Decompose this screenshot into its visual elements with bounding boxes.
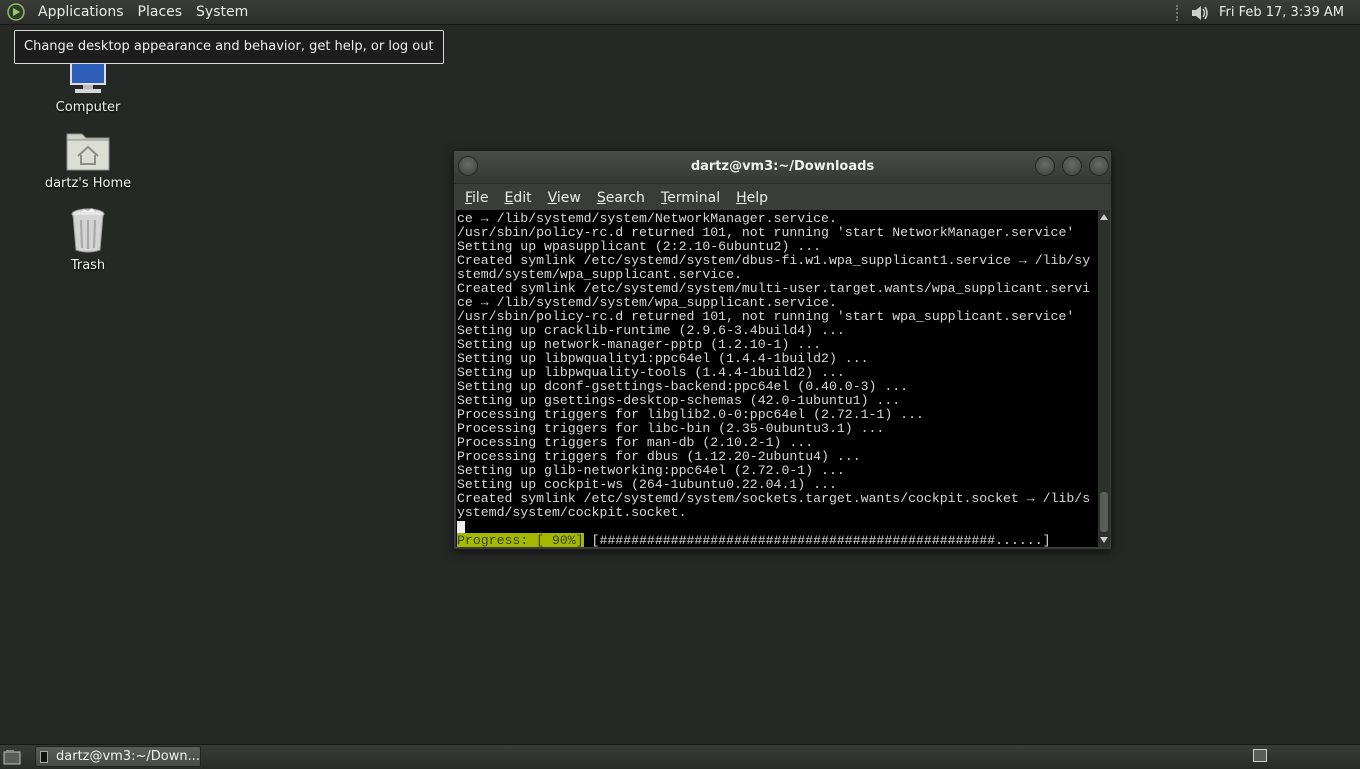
taskbar-terminal-label: dartz@vm3:~/Down...: [56, 749, 200, 764]
terminal-line: /usr/sbin/policy-rc.d returned 101, not …: [457, 225, 1075, 240]
menu-help[interactable]: Help: [728, 190, 776, 206]
system-menu[interactable]: System: [189, 0, 255, 25]
taskbar-terminal-button[interactable]: dartz@vm3:~/Down...: [35, 746, 201, 767]
applications-menu[interactable]: Applications: [31, 0, 131, 25]
main-menu-logo-icon[interactable]: [7, 3, 25, 21]
home-label: dartz's Home: [44, 176, 132, 191]
terminal-line: Setting up libpwquality1:ppc64el (1.4.4-…: [457, 351, 869, 366]
menu-terminal[interactable]: Terminal: [653, 190, 728, 206]
terminal-line: Setting up dconf-gsettings-backend:ppc64…: [457, 379, 909, 394]
terminal-line: Created symlink /etc/systemd/system/dbus…: [457, 253, 1091, 268]
trash-label: Trash: [70, 258, 106, 273]
scroll-down-arrow-icon[interactable]: [1100, 537, 1108, 543]
desktop-icon-trash[interactable]: Trash: [28, 206, 148, 273]
terminal-scrollbar[interactable]: [1098, 210, 1110, 547]
progress-label: Progress: [ 90%]: [457, 533, 584, 547]
minimize-button[interactable]: [1035, 156, 1055, 176]
menu-edit[interactable]: Edit: [496, 190, 539, 206]
system-menu-tooltip: Change desktop appearance and behavior, …: [14, 30, 444, 64]
menu-search[interactable]: Search: [589, 190, 653, 206]
terminal-window[interactable]: dartz@vm3:~/Downloads File Edit View Sea…: [453, 150, 1112, 550]
volume-icon[interactable]: [1189, 3, 1211, 23]
terminal-menubar: File Edit View Search Terminal Help: [454, 184, 1111, 211]
bottom-panel: dartz@vm3:~/Down...: [0, 744, 1360, 769]
terminal-line: /usr/sbin/policy-rc.d returned 101, not …: [457, 309, 1075, 324]
top-panel: Applications Places System Fri Feb 17, 3…: [0, 0, 1360, 25]
terminal-line: ce → /lib/systemd/system/wpa_supplicant.…: [457, 295, 837, 310]
terminal-line: stemd/system/wpa_supplicant.service.: [457, 267, 742, 282]
close-button[interactable]: [1089, 156, 1109, 176]
terminal-line: Processing triggers for libc-bin (2.35-0…: [457, 421, 885, 436]
trash-icon: [71, 208, 105, 253]
home-folder-icon: [66, 133, 110, 171]
terminal-output[interactable]: ce → /lib/systemd/system/NetworkManager.…: [456, 210, 1098, 547]
terminal-line: Processing triggers for man-db (2.10.2-1…: [457, 435, 814, 450]
terminal-line: Setting up glib-networking:ppc64el (2.72…: [457, 463, 845, 478]
terminal-line: Setting up gsettings-desktop-schemas (42…: [457, 393, 901, 408]
terminal-line: Setting up libpwquality-tools (1.4.4-1bu…: [457, 365, 845, 380]
window-titlebar[interactable]: dartz@vm3:~/Downloads: [454, 151, 1111, 184]
desktop-icon-home[interactable]: dartz's Home: [28, 128, 148, 191]
terminal-line: Setting up cracklib-runtime (2.9.6-3.4bu…: [457, 323, 845, 338]
clock[interactable]: Fri Feb 17, 3:39 AM: [1219, 5, 1344, 20]
window-title: dartz@vm3:~/Downloads: [690, 159, 875, 174]
computer-label: Computer: [55, 100, 121, 115]
panel-separator: [1175, 4, 1181, 21]
progress-line: Progress: [ 90%] [######################…: [457, 533, 1090, 548]
scroll-up-arrow-icon[interactable]: [1100, 214, 1108, 220]
terminal-line: Setting up network-manager-pptp (1.2.10-…: [457, 337, 822, 352]
terminal-line: Created symlink /etc/systemd/system/mult…: [457, 281, 1091, 296]
terminal-line: ystemd/system/cockpit.socket.: [457, 505, 687, 520]
show-desktop-icon[interactable]: [3, 749, 21, 765]
terminal-line: Created symlink /etc/systemd/system/sock…: [457, 491, 1091, 506]
terminal-cursor-line: [457, 520, 1090, 534]
workspace-switcher[interactable]: [1253, 749, 1267, 762]
menu-file[interactable]: File: [457, 190, 496, 206]
panel-tray: Fri Feb 17, 3:39 AM: [1175, 0, 1344, 25]
terminal-line: Processing triggers for libglib2.0-0:ppc…: [457, 407, 924, 422]
terminal-line: Setting up wpasupplicant (2:2.10-6ubuntu…: [457, 239, 822, 254]
terminal-lines: ce → /lib/systemd/system/NetworkManager.…: [457, 212, 1090, 547]
scrollbar-thumb[interactable]: [1100, 492, 1108, 532]
terminal-icon: [40, 750, 48, 763]
desktop-icon-computer[interactable]: Computer: [28, 61, 148, 115]
progress-bar-text: [#######################################…: [583, 533, 1051, 548]
computer-icon: [70, 61, 106, 93]
places-menu[interactable]: Places: [131, 0, 190, 25]
maximize-button[interactable]: [1062, 156, 1082, 176]
terminal-line: ce → /lib/systemd/system/NetworkManager.…: [457, 211, 837, 226]
terminal-line: Processing triggers for dbus (1.12.20-2u…: [457, 449, 861, 464]
menu-view[interactable]: View: [540, 190, 589, 206]
terminal-line: Setting up cockpit-ws (264-1ubuntu0.22.0…: [457, 477, 837, 492]
